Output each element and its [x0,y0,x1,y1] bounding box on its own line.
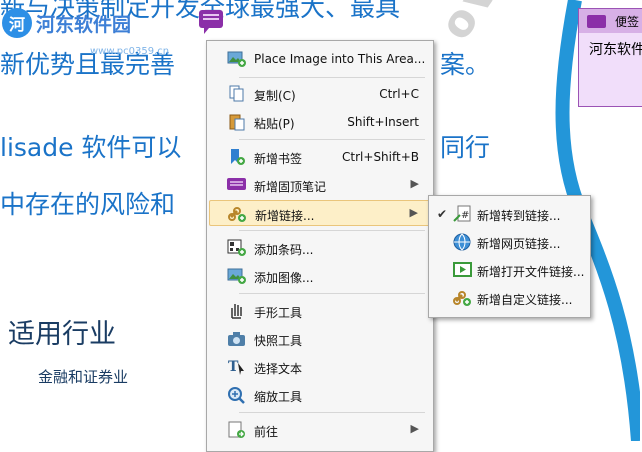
menu-separator [239,230,425,231]
menu-item-label: Place Image into This Area... [254,52,426,66]
menu-item-place-image[interactable]: Place Image into This Area... [209,46,431,72]
note-annotation-icon[interactable] [199,10,223,34]
submenu-item-add-web-link[interactable]: 新增网页链接... [431,229,588,255]
submenu-item-add-open-file-link[interactable]: 新增打开文件链接... [431,257,588,283]
submenu-item-label: 新增网页链接... [477,237,561,251]
menu-item-add-sticky-note[interactable]: 新增固顶笔记 ▶ [209,172,431,198]
camera-icon [228,332,245,346]
menu-item-label: 添加图像... [254,271,314,285]
submenu-item-label: 新增转到链接... [477,209,561,223]
web-link-icon [453,233,471,251]
menu-item-snapshot-tool[interactable]: 快照工具 [209,326,431,352]
submenu-item-label: 新增打开文件链接... [477,265,585,279]
menu-separator [239,412,425,413]
menu-item-label: 快照工具 [254,334,303,348]
menu-item-label: 前往 [254,425,279,439]
note-icon [587,15,606,28]
menu-item-label: 新增链接... [255,209,315,223]
menu-item-zoom-tool[interactable]: 缩放工具 [209,382,431,408]
menu-item-shortcut: Ctrl+Shift+B [342,150,419,164]
menu-item-shortcut: Shift+Insert [347,115,419,129]
site-logo: 河 河东软件园 [2,8,131,38]
check-icon: ✔ [437,207,448,221]
note-popup-title: 便签 [615,15,640,29]
section-subheading: 金融和证券业 [38,368,129,386]
menu-item-label: 手形工具 [254,306,303,320]
goto-icon [228,421,245,438]
submenu-arrow-icon: ▶ [410,177,419,190]
svg-text:T: T [228,359,239,375]
bookmark-add-icon [231,149,245,165]
image-place-icon [227,51,246,67]
select-text-icon: T [228,359,244,375]
submenu-item-add-custom-link[interactable]: 新增自定义链接... [431,285,588,311]
submenu-item-add-goto-link[interactable]: ✔ # 新增转到链接... [431,201,588,227]
logo-mark-icon: 河 [2,8,32,38]
menu-separator [239,77,425,78]
menu-separator [239,293,425,294]
menu-item-add-bookmark[interactable]: 新增书签 Ctrl+Shift+B [209,144,431,170]
image-add-icon [227,268,246,284]
menu-item-label: 粘贴(P) [254,117,295,131]
note-popup-body[interactable]: 河东软件 [579,33,642,59]
menu-item-add-link[interactable]: 新增链接... ▶ [209,200,431,226]
menu-item-add-barcode[interactable]: 添加条码... [209,235,431,261]
menu-item-shortcut: Ctrl+C [379,87,419,101]
copy-icon [229,85,244,102]
zoom-icon [228,387,245,404]
link-add-icon [228,207,246,222]
custom-link-icon [453,291,471,306]
note-popup-header[interactable]: 便签 [579,9,642,33]
open-file-link-icon [453,262,472,277]
logo-text: 河东软件园 [36,13,132,36]
menu-item-label: 缩放工具 [254,390,303,404]
submenu-arrow-icon: ▶ [410,422,419,435]
submenu-arrow-icon: ▶ [409,206,418,219]
menu-item-label: 新增固顶笔记 [254,180,327,194]
paste-icon [229,114,245,131]
menu-item-copy[interactable]: 复制(C) Ctrl+C [209,81,431,107]
note-popup[interactable]: 便签 河东软件 [578,8,642,107]
goto-link-icon: # [453,205,471,222]
section-heading: 适用行业 [8,319,116,350]
menu-item-goto[interactable]: 前往 ▶ [209,417,431,443]
doc-text-line-4: 中存在的风险和 [0,190,176,219]
doc-text-fragment-2: 同行 [440,133,491,162]
link-submenu: ✔ # 新增转到链接... 新增网页链接... 新增打开文件链接... 新增自定… [428,195,591,318]
menu-item-label: 新增书签 [254,152,303,166]
menu-item-label: 复制(C) [254,89,296,103]
context-menu: Place Image into This Area... 复制(C) Ctrl… [206,40,434,452]
menu-item-add-image[interactable]: 添加图像... [209,263,431,289]
barcode-add-icon [227,239,246,256]
doc-text-fragment-1: 案。 [440,50,491,79]
menu-item-label: 添加条码... [254,243,314,257]
hand-tool-icon [231,304,242,319]
logo-url: www.pc0359.cn [90,46,170,57]
menu-item-select-text[interactable]: T 选择文本 [209,354,431,380]
menu-item-label: 选择文本 [254,362,303,376]
menu-separator [239,139,425,140]
doc-text-line-3: lisade 软件可以 [0,133,182,162]
menu-item-paste[interactable]: 粘贴(P) Shift+Insert [209,109,431,135]
svg-text:#: # [461,210,469,221]
menu-item-hand-tool[interactable]: 手形工具 [209,298,431,324]
submenu-item-label: 新增自定义链接... [477,293,573,307]
note-add-icon [227,178,246,190]
